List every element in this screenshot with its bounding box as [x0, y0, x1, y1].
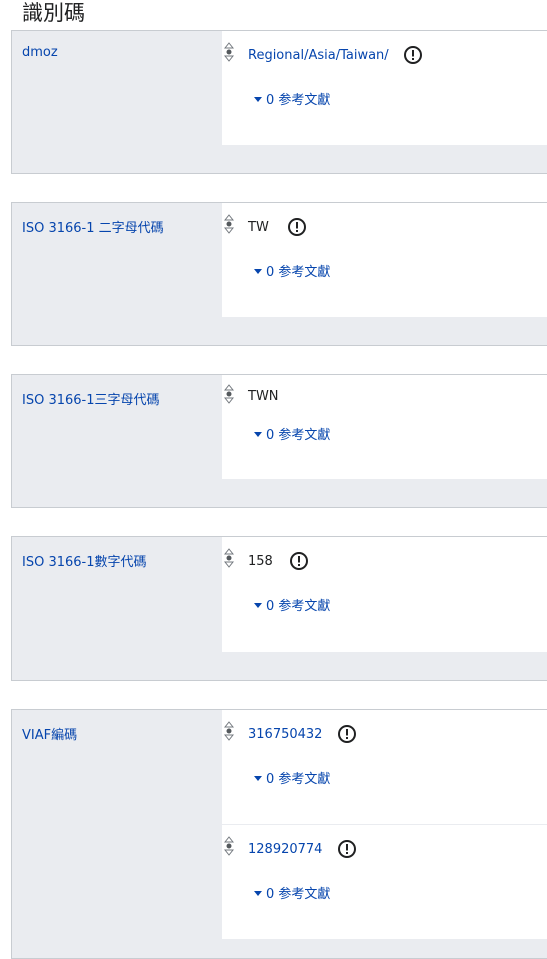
statement-dmoz: dmoz Regional/Asia/Taiwan/ 0 参考文獻	[11, 30, 547, 174]
triangle-down-icon	[254, 776, 262, 781]
references-toggle[interactable]: 0 参考文獻	[254, 768, 330, 787]
statement-values: TW 0 参考文獻	[222, 203, 547, 317]
triangle-down-icon	[254, 432, 262, 437]
triangle-down-icon	[254, 891, 262, 896]
value-link[interactable]: 128920774	[248, 842, 322, 857]
statement-values: 158 0 参考文獻	[222, 537, 547, 652]
value-text: TW	[248, 220, 269, 235]
value-block: Regional/Asia/Taiwan/ 0 参考文獻	[222, 31, 547, 145]
statement-values: 316750432 0 参考文獻 128920774 0 参考文獻	[222, 710, 547, 939]
rank-selector-icon[interactable]	[223, 836, 235, 856]
exclamation-circle-icon[interactable]	[404, 46, 422, 64]
references-toggle[interactable]: 0 参考文獻	[254, 595, 330, 614]
references-toggle[interactable]: 0 参考文獻	[254, 89, 330, 108]
exclamation-circle-icon[interactable]	[338, 840, 356, 858]
references-toggle[interactable]: 0 参考文獻	[254, 883, 330, 902]
references-label: 0 参考文獻	[266, 772, 331, 787]
references-label: 0 参考文獻	[266, 599, 331, 614]
statement-iso-3166-1-alpha-2: ISO 3166-1 二字母代碼 TW 0 参考文獻	[11, 202, 547, 346]
value-block: TWN 0 参考文獻	[222, 375, 547, 479]
property-label-iso-3166-1-numeric[interactable]: ISO 3166-1數字代碼	[22, 551, 147, 570]
exclamation-circle-icon[interactable]	[290, 552, 308, 570]
property-label-iso-3166-1-alpha-3[interactable]: ISO 3166-1三字母代碼	[22, 389, 160, 408]
value-text: 158	[248, 554, 273, 569]
references-label: 0 参考文獻	[266, 93, 331, 108]
section-heading-identifiers: 識別碼	[22, 1, 85, 25]
exclamation-circle-icon[interactable]	[288, 218, 306, 236]
references-label: 0 参考文獻	[266, 265, 331, 280]
references-toggle[interactable]: 0 参考文獻	[254, 261, 330, 280]
property-label-dmoz[interactable]: dmoz	[22, 45, 58, 60]
rank-selector-icon[interactable]	[223, 214, 235, 234]
triangle-down-icon	[254, 97, 262, 102]
rank-selector-icon[interactable]	[223, 721, 235, 741]
references-label: 0 参考文獻	[266, 428, 331, 443]
statement-values: TWN 0 参考文獻	[222, 375, 547, 479]
references-toggle[interactable]: 0 参考文獻	[254, 424, 330, 443]
rank-selector-icon[interactable]	[223, 548, 235, 568]
references-label: 0 参考文獻	[266, 887, 331, 902]
rank-selector-icon[interactable]	[223, 42, 235, 62]
value-block: 316750432 0 参考文獻	[222, 710, 547, 824]
rank-selector-icon[interactable]	[223, 384, 235, 404]
value-text: TWN	[248, 389, 279, 404]
value-block: 158 0 参考文獻	[222, 537, 547, 652]
value-block: 128920774 0 参考文獻	[222, 824, 547, 939]
value-link[interactable]: 316750432	[248, 727, 322, 742]
statement-iso-3166-1-alpha-3: ISO 3166-1三字母代碼 TWN 0 参考文獻	[11, 374, 547, 508]
value-block: TW 0 参考文獻	[222, 203, 547, 317]
property-label-viaf[interactable]: VIAF編碼	[22, 724, 77, 743]
statement-values: Regional/Asia/Taiwan/ 0 参考文獻	[222, 31, 547, 145]
property-label-iso-3166-1-alpha-2[interactable]: ISO 3166-1 二字母代碼	[22, 217, 164, 236]
value-link[interactable]: Regional/Asia/Taiwan/	[248, 48, 389, 63]
statement-viaf: VIAF編碼 316750432 0 参考文獻 128920774 0 参考文獻	[11, 709, 547, 959]
triangle-down-icon	[254, 269, 262, 274]
statement-iso-3166-1-numeric: ISO 3166-1數字代碼 158 0 参考文獻	[11, 536, 547, 681]
exclamation-circle-icon[interactable]	[338, 725, 356, 743]
triangle-down-icon	[254, 603, 262, 608]
